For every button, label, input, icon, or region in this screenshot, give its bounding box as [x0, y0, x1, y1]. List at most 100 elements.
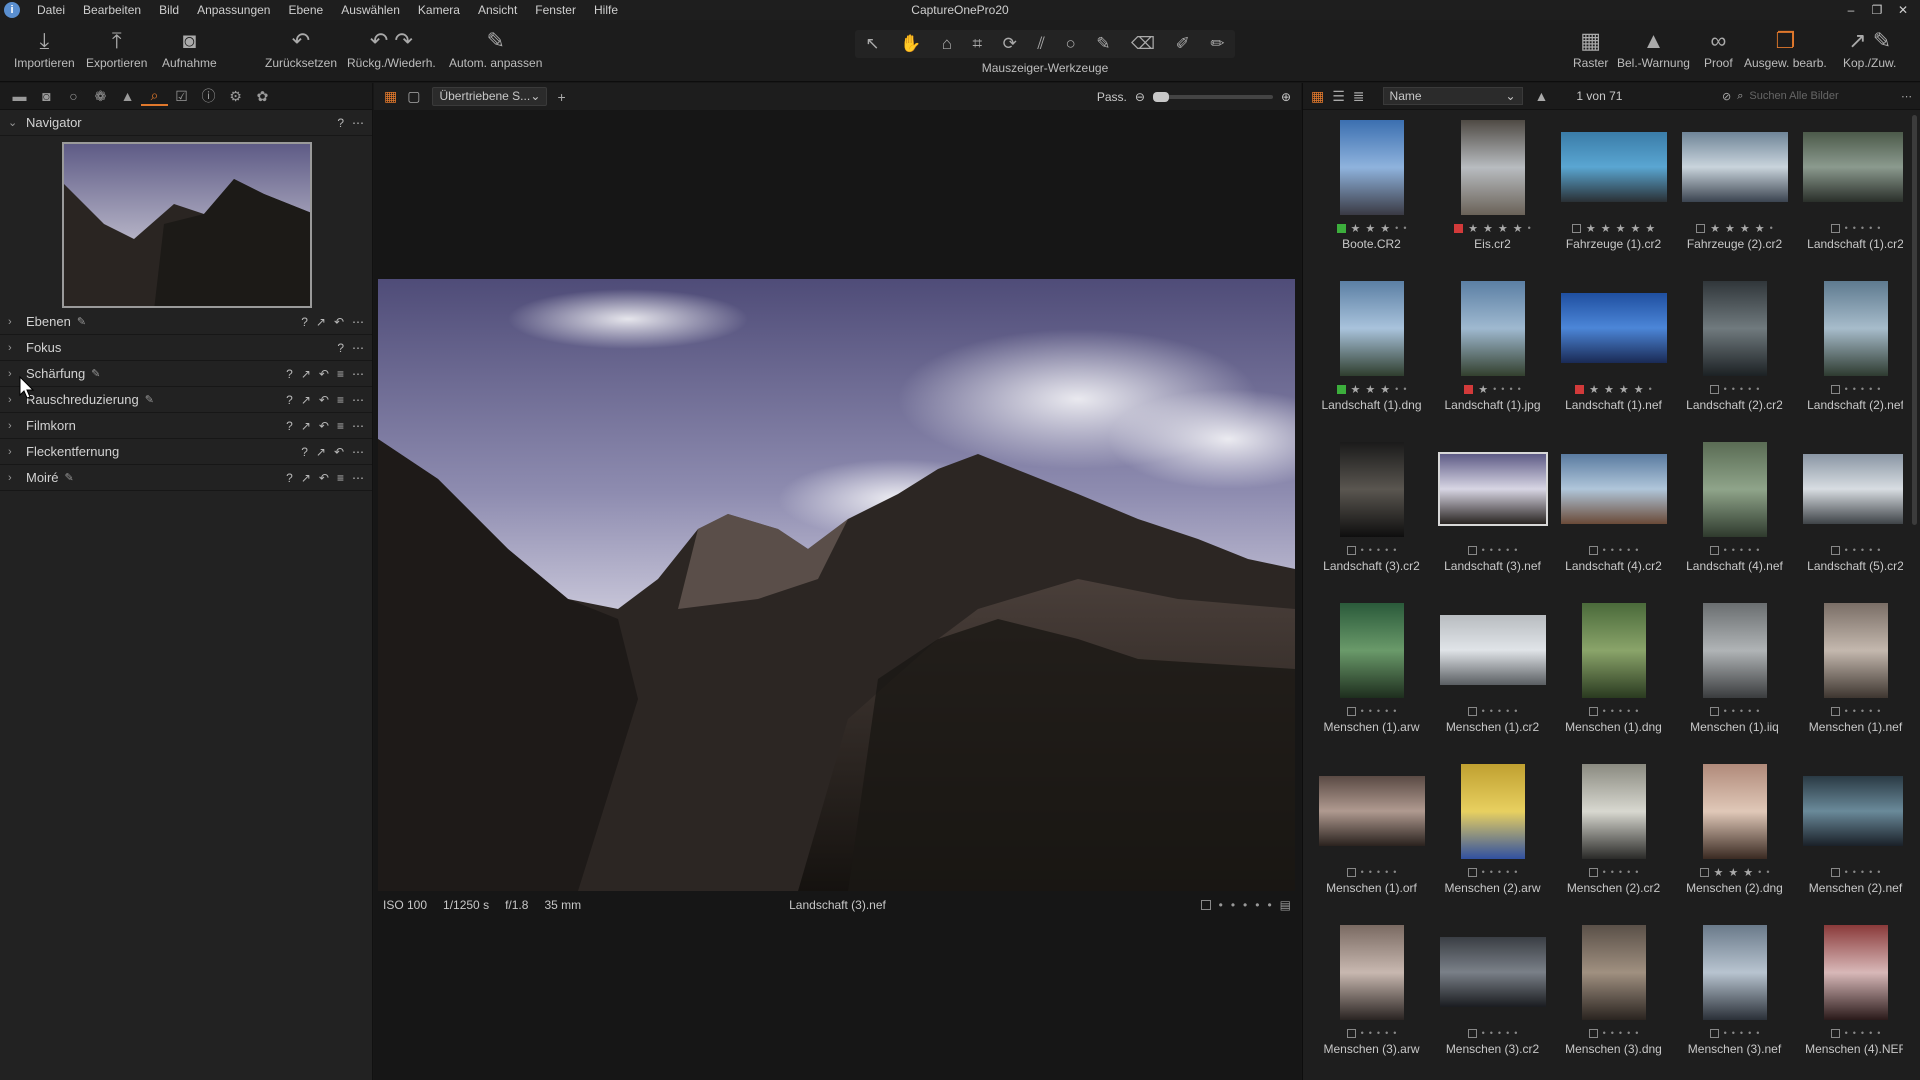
empty-star-icon[interactable]: • [1518, 384, 1521, 394]
color-tag[interactable] [1571, 223, 1581, 233]
color-tag[interactable] [1830, 384, 1840, 394]
empty-star-icon[interactable]: • [1603, 867, 1606, 877]
thumbnail-image[interactable] [1460, 119, 1525, 215]
empty-star-icon[interactable]: • [1514, 706, 1517, 716]
chevron-right-icon[interactable]: › [8, 316, 22, 328]
empty-star-icon[interactable]: • [1732, 545, 1735, 555]
empty-star-icon[interactable]: • [1758, 867, 1761, 877]
empty-star-icon[interactable]: • [1611, 867, 1614, 877]
thumbnail-item[interactable]: • • • • • Landschaft (3).cr2 [1311, 437, 1432, 598]
empty-star-icon[interactable]: • [1498, 545, 1501, 555]
empty-star-icon[interactable]: • [1393, 1028, 1396, 1038]
navigator-preview[interactable] [62, 142, 312, 308]
thumbnail-item[interactable]: ★ ★ ★ • • Boote.CR2 [1311, 115, 1432, 276]
empty-star-icon[interactable]: • [1877, 545, 1880, 555]
rating-row[interactable]: • • • • • [1830, 382, 1880, 396]
rating-row[interactable]: • • • • • [1346, 1026, 1396, 1040]
rating-row[interactable]: • • • • • [1830, 543, 1880, 557]
empty-star-icon[interactable]: • [1498, 867, 1501, 877]
thumbnail-image[interactable] [1681, 132, 1788, 202]
empty-star-icon[interactable]: • [1619, 867, 1622, 877]
empty-star-icon[interactable]: • [1861, 545, 1864, 555]
color-tag[interactable] [1346, 545, 1356, 555]
filter-icon[interactable]: ⊘ [1722, 90, 1731, 103]
chevron-right-icon[interactable]: › [8, 472, 22, 484]
tool-header[interactable]: › Filmkorn? ↗ ↶ ≡ ⋯ [0, 413, 372, 439]
add-icon[interactable]: + [557, 89, 565, 105]
presets-icon[interactable]: ≡ [337, 471, 344, 485]
spot-icon[interactable]: ○ [1065, 34, 1075, 54]
reset-icon[interactable]: ↶ [319, 393, 329, 407]
color-tag[interactable] [1830, 867, 1840, 877]
thumbnail-image[interactable] [1339, 119, 1404, 215]
copy-apply-button[interactable]: ↗ ✎ Kop./Zuw. [1843, 28, 1896, 70]
thumbnail-item[interactable]: • • • • • Menschen (3).dng [1553, 920, 1674, 1080]
rating-row[interactable]: • • • • • [1467, 865, 1517, 879]
star-icon[interactable]: ★ [1483, 222, 1493, 235]
more-icon[interactable]: ⋯ [352, 445, 364, 459]
star-icon[interactable]: ★ [1619, 383, 1629, 396]
empty-star-icon[interactable]: • [1369, 706, 1372, 716]
thumbnail-image[interactable] [1437, 452, 1548, 526]
undo-redo-button[interactable]: ↶ ↷ Rückg./Wiederh. [347, 28, 436, 70]
empty-star-icon[interactable]: • [1748, 545, 1751, 555]
zoom-slider-knob[interactable] [1152, 91, 1169, 102]
empty-star-icon[interactable]: • [1369, 1028, 1372, 1038]
empty-star-icon[interactable]: • [1732, 1028, 1735, 1038]
empty-star-icon[interactable]: • [1845, 223, 1848, 233]
color-tag[interactable] [1346, 867, 1356, 877]
thumbnail-item[interactable]: ★ ★ ★ ★ • Eis.cr2 [1432, 115, 1553, 276]
chevron-down-icon[interactable]: ⌄ [8, 116, 22, 129]
color-tag[interactable] [1709, 384, 1719, 394]
reset-button[interactable]: ↶ Zurücksetzen [265, 28, 337, 70]
rating-row[interactable]: • • • • • [1588, 865, 1638, 879]
empty-star-icon[interactable]: • [1501, 384, 1504, 394]
list-view-icon[interactable]: ☰ [1332, 88, 1345, 105]
rating-row[interactable]: • • • • • [1709, 1026, 1759, 1040]
empty-star-icon[interactable]: • [1490, 1028, 1493, 1038]
rating-row[interactable]: • • • • • [1830, 704, 1880, 718]
thumbnail-item[interactable]: • • • • • Landschaft (2).nef [1795, 276, 1903, 437]
empty-star-icon[interactable]: • [1861, 384, 1864, 394]
color-tag[interactable] [1588, 545, 1598, 555]
thumbnail-image[interactable] [1560, 132, 1667, 202]
grid-view-icon[interactable]: ▦ [1311, 88, 1324, 105]
empty-star-icon[interactable]: • [1393, 867, 1396, 877]
empty-star-icon[interactable]: • [1877, 223, 1880, 233]
empty-star-icon[interactable]: • [1845, 545, 1848, 555]
styles-icon[interactable]: ✿ [249, 88, 276, 105]
copy-icon[interactable]: ↗ [301, 367, 311, 381]
rating-row[interactable]: ★ ★ ★ • • [1336, 382, 1406, 396]
empty-star-icon[interactable]: • [1766, 867, 1769, 877]
more-icon[interactable]: ⋯ [352, 393, 364, 407]
star-icon[interactable]: ★ [1380, 222, 1390, 235]
help-icon[interactable]: ? [301, 445, 308, 459]
copy-icon[interactable]: ↗ [301, 419, 311, 433]
thumbnail-image[interactable] [1581, 763, 1646, 859]
empty-star-icon[interactable]: • [1748, 384, 1751, 394]
thumbnail-image[interactable] [1702, 763, 1767, 859]
empty-star-icon[interactable]: • [1635, 1028, 1638, 1038]
rating-row[interactable]: • • • • • [1588, 704, 1638, 718]
empty-star-icon[interactable]: • [1514, 1028, 1517, 1038]
search-input[interactable]: Suchen Alle Bilder [1749, 90, 1895, 102]
empty-star-icon[interactable]: • [1853, 867, 1856, 877]
empty-star-icon[interactable]: • [1377, 706, 1380, 716]
thumbnail-image[interactable] [1560, 454, 1667, 524]
empty-star-icon[interactable]: • [1853, 545, 1856, 555]
thumbnail-item[interactable]: • • • • • Menschen (2).nef [1795, 759, 1903, 920]
camera-icon[interactable]: ◙ [33, 88, 60, 104]
empty-star-icon[interactable]: • [1385, 706, 1388, 716]
main-image[interactable] [378, 279, 1295, 891]
thumbnail-item[interactable]: • • • • • Menschen (1).nef [1795, 598, 1903, 759]
minimize-button[interactable]: – [1838, 0, 1864, 20]
empty-star-icon[interactable]: • [1748, 706, 1751, 716]
empty-star-icon[interactable]: • [1506, 706, 1509, 716]
empty-star-icon[interactable]: • [1724, 384, 1727, 394]
color-tag[interactable] [1467, 706, 1477, 716]
multi-view-icon[interactable]: ▦ [384, 88, 397, 105]
capture-button[interactable]: ◙ Aufnahme [162, 28, 217, 70]
empty-star-icon[interactable]: • [1770, 223, 1773, 233]
thumbnail-item[interactable]: ★ ★ ★ ★ • Fahrzeuge (2).cr2 [1674, 115, 1795, 276]
empty-star-icon[interactable]: • [1395, 223, 1398, 233]
